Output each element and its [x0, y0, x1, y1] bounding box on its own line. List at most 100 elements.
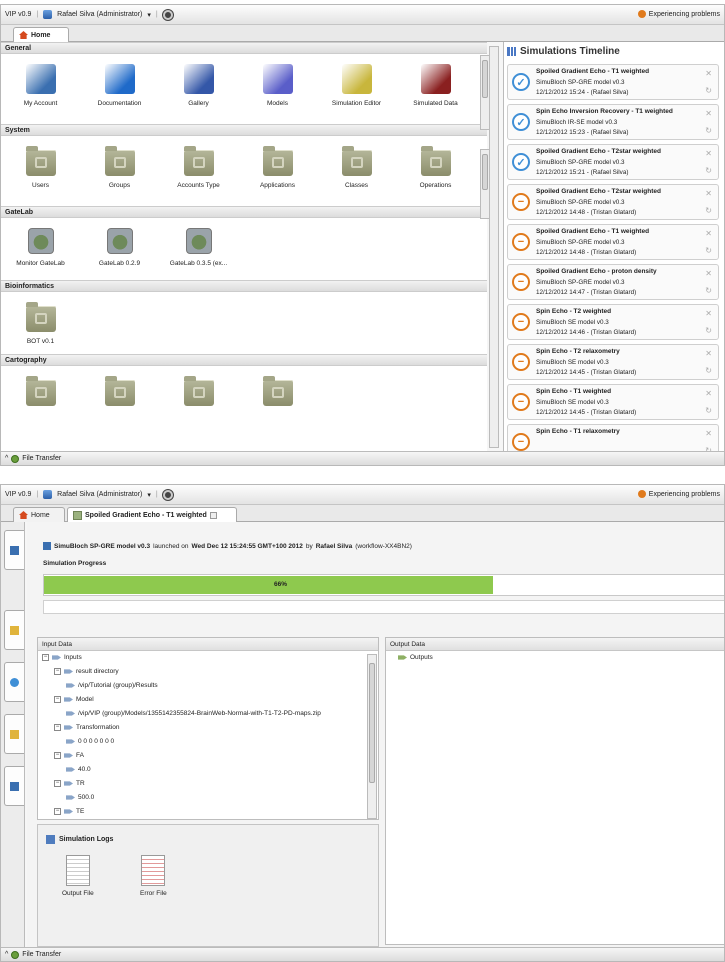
file-transfer-label[interactable]: File Transfer	[22, 951, 61, 958]
timeline-item[interactable]: − Spin Echo - T2 relaxometry SimuBloch SE …	[507, 344, 719, 380]
apps-scrollbar[interactable]	[489, 46, 499, 448]
app-item[interactable]: Applications	[238, 146, 317, 206]
app-item[interactable]: GateLab 0.2.9	[80, 228, 159, 280]
app-item[interactable]: BOT v0.1	[1, 302, 80, 354]
timeline-item[interactable]: − Spin Echo - T1 relaxometry ✕ ↻	[507, 424, 719, 452]
app-item[interactable]: Groups	[80, 146, 159, 206]
relaunch-icon[interactable]: ↻	[705, 206, 712, 215]
chevron-down-icon[interactable]: ▾	[147, 491, 151, 499]
delete-icon[interactable]: ✕	[705, 69, 712, 78]
delete-icon[interactable]: ✕	[705, 309, 712, 318]
collapse-icon[interactable]: −	[54, 668, 61, 675]
delete-icon[interactable]: ✕	[705, 389, 712, 398]
tree-node[interactable]: /vip/VIP (group)/Models/1355142355824-Br…	[66, 710, 321, 717]
tab-home[interactable]: Home	[13, 27, 69, 42]
collapse-icon[interactable]: −	[54, 724, 61, 731]
tree-node[interactable]: Outputs	[398, 654, 433, 661]
user-menu[interactable]: Rafael Silva (Administrator)	[57, 11, 142, 18]
chevron-up-icon[interactable]: ^	[5, 455, 8, 462]
collapse-icon[interactable]: −	[54, 780, 61, 787]
user-menu[interactable]: Rafael Silva (Administrator)	[57, 491, 142, 498]
app-item[interactable]: Accounts Type	[159, 146, 238, 206]
app-item[interactable]: Classes	[317, 146, 396, 206]
tree-node[interactable]: 500.0	[66, 794, 94, 801]
delete-icon[interactable]: ✕	[705, 189, 712, 198]
tree-node[interactable]: − TR	[54, 780, 85, 787]
collapse-icon[interactable]: −	[54, 808, 61, 815]
side-tab-performance[interactable]	[4, 766, 24, 806]
settings-icon[interactable]	[162, 9, 173, 20]
timeline-item[interactable]: ✓ Spin Echo Inversion Recovery - T1 weigh…	[507, 104, 719, 140]
output-file-button[interactable]: Output File	[62, 855, 94, 897]
timeline-item[interactable]: − Spoiled Gradient Echo - proton density S…	[507, 264, 719, 300]
timeline-item[interactable]: − Spin Echo - T1 weighted SimuBloch SE mod…	[507, 384, 719, 420]
collapse-icon[interactable]: −	[42, 654, 49, 661]
problems-link[interactable]: Experiencing problems	[637, 10, 720, 18]
relaunch-icon[interactable]: ↻	[705, 86, 712, 95]
chevron-up-icon[interactable]: ^	[5, 951, 8, 958]
problems-label[interactable]: Experiencing problems	[649, 11, 720, 18]
chevron-down-icon[interactable]: ▾	[147, 11, 151, 19]
tree-node[interactable]: − result directory	[54, 668, 119, 675]
tab-home[interactable]: Home	[13, 507, 65, 522]
delete-icon[interactable]: ✕	[705, 149, 712, 158]
side-tab-files[interactable]	[4, 610, 24, 650]
problems-label[interactable]: Experiencing problems	[649, 491, 720, 498]
tab-simulation[interactable]: Spoiled Gradient Echo - T1 weighted	[67, 507, 237, 522]
app-item[interactable]	[159, 376, 238, 428]
app-item[interactable]: Documentation	[80, 64, 159, 124]
input-scrollbar[interactable]	[367, 654, 377, 819]
app-item[interactable]: Simulation Editor	[317, 64, 396, 124]
delete-icon[interactable]: ✕	[705, 229, 712, 238]
tree-node[interactable]: − TE	[54, 808, 84, 815]
app-item[interactable]: Monitor GateLab	[1, 228, 80, 280]
delete-icon[interactable]: ✕	[705, 269, 712, 278]
app-item[interactable]: Gallery	[159, 64, 238, 124]
error-file-button[interactable]: Error File	[140, 855, 167, 897]
tree-node[interactable]: 0 0 0 0 0 0 0	[66, 738, 114, 745]
file-transfer-bar[interactable]: ^ File Transfer	[1, 451, 724, 465]
delete-icon[interactable]: ✕	[705, 349, 712, 358]
app-item[interactable]	[238, 376, 317, 428]
app-item[interactable]: Operations	[396, 146, 475, 206]
problems-link[interactable]: Experiencing problems	[637, 490, 720, 498]
relaunch-icon[interactable]: ↻	[705, 126, 712, 135]
tree-node[interactable]: − Inputs	[42, 654, 82, 661]
app-item[interactable]	[80, 376, 159, 428]
timeline-item[interactable]: ✓ Spoiled Gradient Echo - T1 weighted Simu…	[507, 64, 719, 100]
relaunch-icon[interactable]: ↻	[705, 246, 712, 255]
relaunch-icon[interactable]: ↻	[705, 166, 712, 175]
side-tab-jobs[interactable]	[4, 714, 24, 754]
relaunch-icon[interactable]: ↻	[705, 286, 712, 295]
relaunch-icon[interactable]: ↻	[705, 406, 712, 415]
tree-node[interactable]: − FA	[54, 752, 84, 759]
timeline-item[interactable]: ✓ Spoiled Gradient Echo - T2star weighted…	[507, 144, 719, 180]
collapse-icon[interactable]: −	[54, 696, 61, 703]
timeline-item[interactable]: − Spoiled Gradient Echo - T1 weighted Simu…	[507, 224, 719, 260]
timeline-item[interactable]: − Spoiled Gradient Echo - T2star weighted…	[507, 184, 719, 220]
settings-icon[interactable]	[162, 489, 173, 500]
collapse-icon[interactable]: −	[54, 752, 61, 759]
tree-node[interactable]: − Transformation	[54, 724, 119, 731]
delete-icon[interactable]: ✕	[705, 109, 712, 118]
relaunch-icon[interactable]: ↻	[705, 326, 712, 335]
file-transfer-label[interactable]: File Transfer	[22, 455, 61, 462]
app-item[interactable]: Simulated Data	[396, 64, 475, 124]
app-item[interactable]: GateLab 0.3.5 (ex...	[159, 228, 238, 280]
close-icon[interactable]	[209, 511, 217, 519]
file-transfer-bar[interactable]: ^ File Transfer	[1, 947, 724, 961]
app-item[interactable]	[1, 376, 80, 428]
tree-node[interactable]: − Model	[54, 696, 94, 703]
side-tab-chart[interactable]	[4, 662, 24, 702]
app-item[interactable]: Models	[238, 64, 317, 124]
app-item[interactable]: Users	[1, 146, 80, 206]
timeline-item[interactable]: − Spin Echo - T2 weighted SimuBloch SE mod…	[507, 304, 719, 340]
tree-node[interactable]: /vip/Tutorial (group)/Results	[66, 682, 158, 689]
delete-icon[interactable]: ✕	[705, 429, 712, 438]
system-scrollbar[interactable]	[480, 149, 490, 219]
general-scrollbar[interactable]	[480, 55, 490, 130]
tree-node[interactable]: 40.0	[66, 766, 91, 773]
relaunch-icon[interactable]: ↻	[705, 366, 712, 375]
app-item[interactable]: My Account	[1, 64, 80, 124]
side-tab-summary[interactable]	[4, 530, 24, 570]
